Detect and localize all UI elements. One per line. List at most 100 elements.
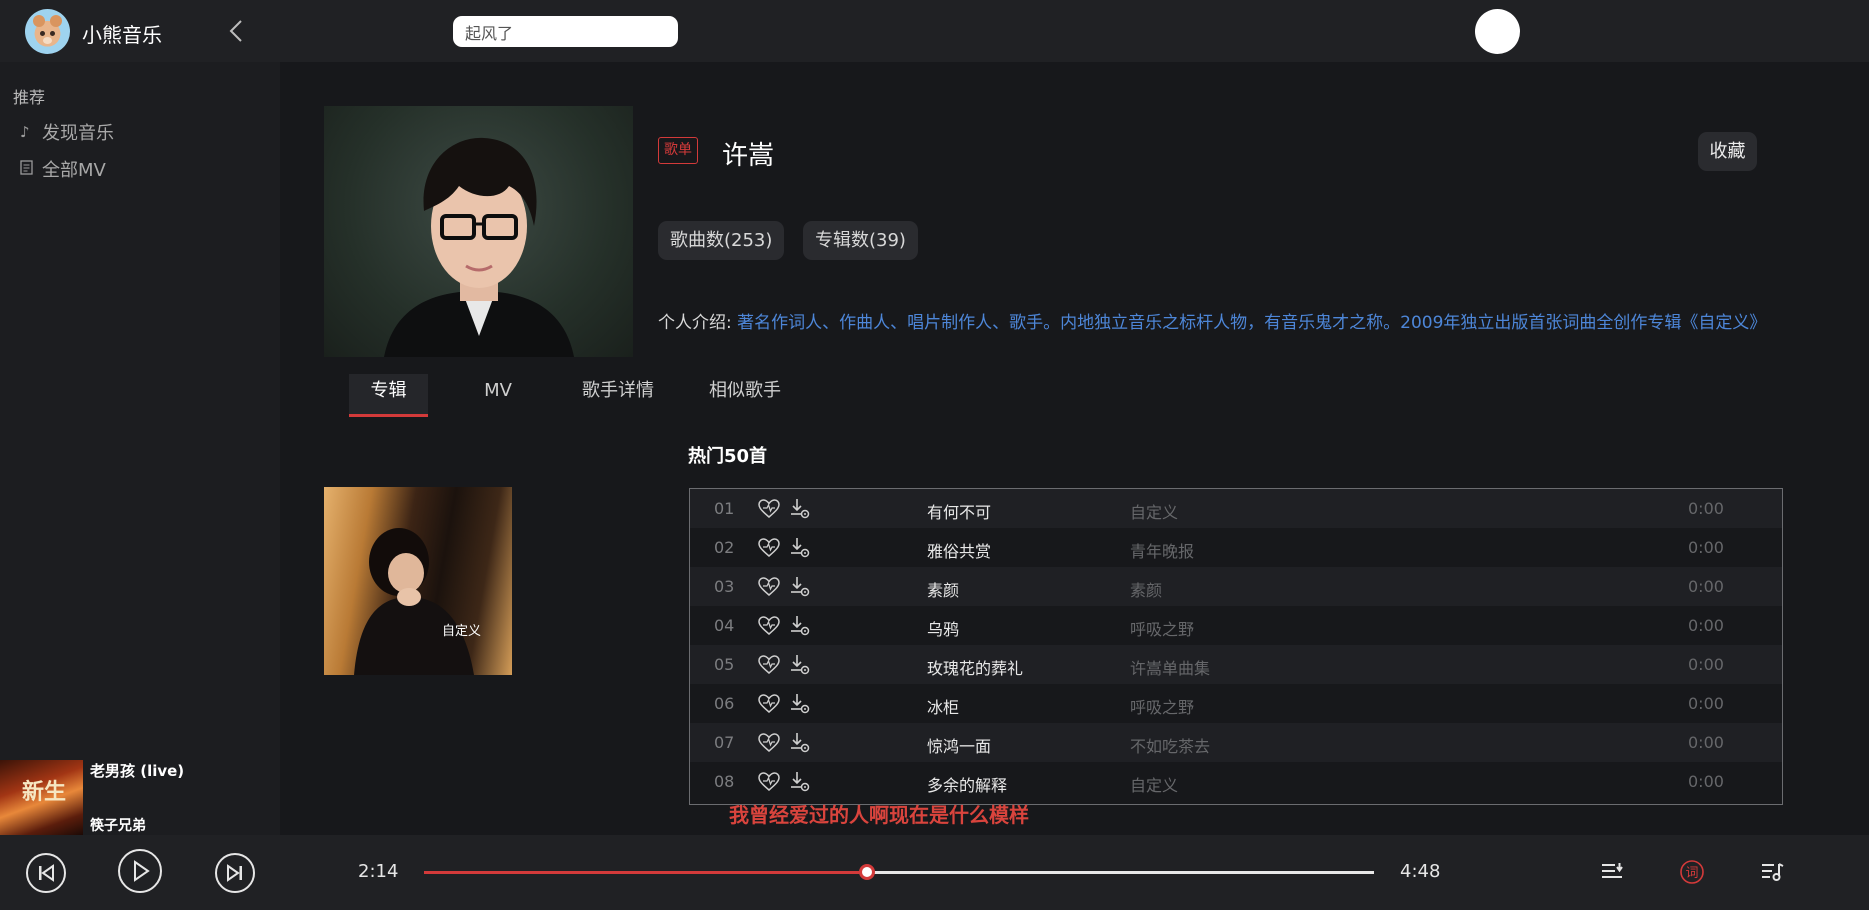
back-button[interactable] (225, 17, 249, 45)
song-title[interactable]: 惊鸿一面 (927, 733, 991, 757)
table-row[interactable]: 04 乌鸦 呼吸之野 0:00 (690, 606, 1782, 645)
song-album[interactable]: 自定义 (1130, 499, 1178, 523)
table-row[interactable]: 01 有何不可 自定义 0:00 (690, 489, 1782, 528)
song-album[interactable]: 呼吸之野 (1130, 694, 1194, 718)
tab-similar-artists[interactable]: 相似歌手 (690, 374, 800, 417)
next-button[interactable] (215, 853, 255, 893)
download-icon[interactable] (789, 732, 811, 754)
favorite-button[interactable]: 收藏 (1698, 132, 1757, 171)
song-album[interactable]: 呼吸之野 (1130, 616, 1194, 640)
track-number: 03 (714, 577, 735, 596)
current-time: 2:14 (358, 861, 399, 882)
song-album[interactable]: 素颜 (1130, 577, 1162, 601)
album-cover-text: 自定义 (442, 624, 481, 639)
play-button[interactable] (118, 849, 162, 893)
heart-icon[interactable] (758, 499, 780, 519)
song-count-button[interactable]: 歌曲数(253) (658, 221, 785, 260)
mini-player-cover[interactable]: 新生 (0, 760, 83, 835)
song-album[interactable]: 自定义 (1130, 772, 1178, 796)
intro-text[interactable]: 著名作词人、作曲人、唱片制作人、歌手。内地独立音乐之标杆人物，有音乐鬼才之称。2… (737, 313, 1766, 333)
heart-icon[interactable] (758, 616, 780, 636)
sidebar-item-all-mv[interactable]: 全部MV (20, 156, 106, 182)
heart-icon[interactable] (758, 538, 780, 558)
download-icon[interactable] (789, 537, 811, 559)
skip-next-icon (227, 864, 242, 882)
artist-name: 许嵩 (722, 141, 775, 171)
total-time: 4:48 (1400, 861, 1441, 882)
song-duration: 0:00 (1688, 733, 1724, 752)
table-row[interactable]: 06 冰柜 呼吸之野 0:00 (690, 684, 1782, 723)
download-icon[interactable] (789, 693, 811, 715)
playlist-icon (1602, 863, 1623, 878)
sidebar-item-label: 发现音乐 (42, 123, 114, 144)
progress-handle[interactable] (859, 864, 876, 880)
sidebar-item-discover[interactable]: ♪ 发现音乐 (20, 119, 114, 145)
song-title[interactable]: 多余的解释 (927, 772, 1007, 796)
album-count-button[interactable]: 专辑数(39) (803, 221, 918, 260)
heart-icon[interactable] (758, 733, 780, 753)
song-duration: 0:00 (1688, 538, 1724, 557)
heart-icon[interactable] (758, 694, 780, 714)
download-icon[interactable] (789, 654, 811, 676)
music-note-icon: ♪ (20, 123, 30, 141)
song-title[interactable]: 雅俗共赏 (927, 538, 991, 562)
queue-button[interactable] (1757, 857, 1787, 887)
mini-cover-text: 新生 (22, 779, 67, 805)
song-duration: 0:00 (1688, 577, 1724, 596)
player-bar: 2:14 4:48 词 (0, 835, 1869, 910)
song-album[interactable]: 青年晚报 (1130, 538, 1194, 562)
mini-player[interactable]: 新生 老男孩 (live) 筷子兄弟 (0, 760, 280, 835)
hot-songs-table: 01 有何不可 自定义 0:00 02 雅俗共赏 青年晚报 0:00 03 素颜… (689, 488, 1783, 805)
table-row[interactable]: 08 多余的解释 自定义 0:00 (690, 762, 1782, 801)
tab-mv[interactable]: MV (458, 374, 538, 417)
progress-bar[interactable] (424, 864, 1374, 880)
playlist-button[interactable] (1597, 857, 1627, 887)
song-duration: 0:00 (1688, 499, 1724, 518)
previous-button[interactable] (26, 853, 66, 893)
lyrics-icon: 词 (1680, 860, 1704, 884)
download-icon[interactable] (789, 771, 811, 793)
music-queue-icon (1762, 863, 1784, 881)
track-number: 01 (714, 499, 735, 518)
search-input[interactable] (453, 16, 678, 47)
track-number: 06 (714, 694, 735, 713)
track-number: 04 (714, 616, 735, 635)
table-row[interactable]: 03 素颜 素颜 0:00 (690, 567, 1782, 606)
song-duration: 0:00 (1688, 616, 1724, 635)
heart-icon[interactable] (758, 655, 780, 675)
table-row[interactable]: 07 惊鸿一面 不如吃茶去 0:00 (690, 723, 1782, 762)
table-row[interactable]: 02 雅俗共赏 青年晚报 0:00 (690, 528, 1782, 567)
lyrics-toggle-button[interactable]: 词 (1677, 857, 1707, 887)
song-album[interactable]: 许嵩单曲集 (1130, 655, 1210, 679)
heart-icon[interactable] (758, 772, 780, 792)
album-cover[interactable]: 自定义 (324, 487, 512, 675)
song-title[interactable]: 有何不可 (927, 499, 991, 523)
app-logo (25, 9, 70, 54)
tab-album[interactable]: 专辑 (349, 374, 428, 417)
song-album[interactable]: 不如吃茶去 (1130, 733, 1210, 757)
current-lyric-line: 我曾经爱过的人啊现在是什么模样 (729, 803, 1029, 827)
tab-artist-details[interactable]: 歌手详情 (558, 374, 678, 417)
intro-label: 个人介绍: (658, 313, 732, 333)
playlist-type-badge: 歌单 (658, 137, 698, 164)
user-avatar[interactable] (1475, 9, 1520, 54)
song-title[interactable]: 玫瑰花的葬礼 (927, 655, 1023, 679)
hot-songs-title: 热门50首 (688, 446, 768, 467)
sidebar-item-label: 全部MV (42, 160, 106, 181)
mini-player-song-title: 老男孩 (live) (90, 762, 185, 780)
document-icon (20, 159, 38, 179)
download-icon[interactable] (789, 615, 811, 637)
song-title[interactable]: 冰柜 (927, 694, 959, 718)
song-duration: 0:00 (1688, 694, 1724, 713)
download-icon[interactable] (789, 576, 811, 598)
table-row[interactable]: 05 玫瑰花的葬礼 许嵩单曲集 0:00 (690, 645, 1782, 684)
download-icon[interactable] (789, 498, 811, 520)
lyrics-button-label: 词 (1685, 866, 1698, 881)
song-duration: 0:00 (1688, 655, 1724, 674)
song-title[interactable]: 乌鸦 (927, 616, 959, 640)
track-number: 08 (714, 772, 735, 791)
top-bar: 小熊音乐 (0, 0, 1869, 62)
song-title[interactable]: 素颜 (927, 577, 959, 601)
heart-icon[interactable] (758, 577, 780, 597)
mini-player-artist: 筷子兄弟 (90, 818, 146, 834)
